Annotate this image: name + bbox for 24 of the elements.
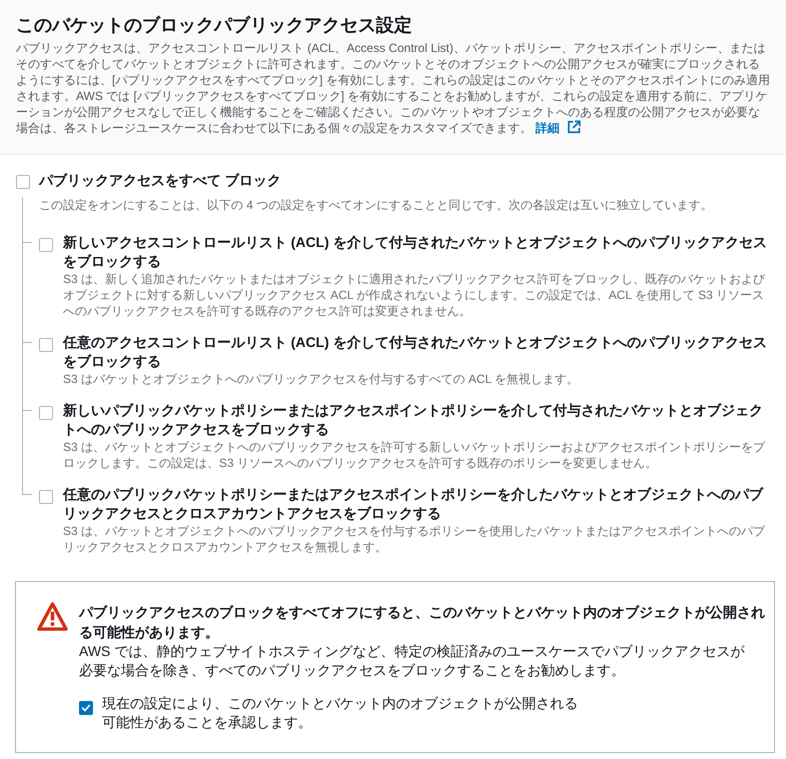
option-description: S3 はバケットとオブジェクトへのパブリックアクセスを付与するすべての ACL を無視します。 <box>63 371 580 387</box>
option-label[interactable]: 任意のアクセスコントロールリスト (ACL) を介して付与されたバケットとオブジェクトへのパブリックアクセスをブロックする <box>63 333 770 371</box>
learn-more-link[interactable]: 詳細 <box>535 121 582 135</box>
option-description: S3 は、新しく追加されたバケットまたはオブジェクトに適用されたパブリックアクセス許可をブロックし、既存のバケットおよびオブジェクトに対する新しいパブリックアクセス ACL が作成されないようにします。この設定では、ACL を使用して S3 リソースへのパブリックアクセスを許可する既存のアクセス許可は変更されません。 <box>63 271 766 319</box>
section-description: パブリックアクセスは、アクセスコントロールリスト (ACL、Access Control List)、バケットポリシー、アクセスポイントポリシー、またはそのすべてを介してバケットとオブジェクトに許可されます。このバケットとそのオブジェクトへの公開アクセスが確実にブロックされるようにするには、[パブリックアクセスをすべてブロック] を有効にします。これらの設定はこのバケットとそのアクセスポイントにのみ適用されます。AWS では [パブリックアクセスをすべてブロック] を有効にすることをお勧めしますが、これらの設定を適用する前に、アプリケーションが公開アクセスなしで正しく機能することをご確認ください。このバケットやオブジェクトへのある程度の公開アクセスが必要な場合は、各ストレージユースケースに合わせて以下にある個々の設定をカスタマイズできます。 詳細 <box>16 40 770 136</box>
block-all-description: この設定をオンにすることは、以下の 4 つの設定をすべてオンにすることと同じです。次の各設定は互いに独立しています。 <box>39 197 714 213</box>
block-all-checkbox[interactable] <box>16 175 30 189</box>
section-title: このバケットのブロックパブリックアクセス設定 <box>16 14 413 37</box>
option-label[interactable]: 新しいアクセスコントロールリスト (ACL) を介して付与されたバケットとオブジェクトへのパブリックアクセスをブロックする <box>63 233 770 271</box>
warning-icon <box>37 602 68 631</box>
option-checkbox[interactable] <box>39 238 53 252</box>
acknowledge-checkbox[interactable] <box>79 701 93 715</box>
option-label[interactable]: 任意のパブリックバケットポリシーまたはアクセスポイントポリシーを介したバケットとオブジェクトへのパブリックアクセスとクロスアカウントアクセスをブロックする <box>63 485 770 523</box>
option-checkbox[interactable] <box>39 338 53 352</box>
external-link-icon <box>567 120 582 134</box>
warning-body: AWS では、静的ウェブサイトホスティングなど、特定の検証済みのユースケースでパブリックアクセスが必要な場合を除き、すべてのパブリックアクセスをブロックすることをお勧めします。 <box>79 642 746 680</box>
option-checkbox[interactable] <box>39 490 53 504</box>
option-description: S3 は、バケットとオブジェクトへのパブリックアクセスを付与するポリシーを使用したバケットまたはアクセスポイントへのパブリックアクセスとクロスアカウントアクセスを無視します。 <box>63 523 766 555</box>
option-description: S3 は、バケットとオブジェクトへのパブリックアクセスを許可する新しいバケットポリシーおよびアクセスポイントポリシーをブロックします。この設定は、S3 リソースへのパブリックアクセスを許可する既存のポリシーを変更しません。 <box>63 439 766 471</box>
option-checkbox[interactable] <box>39 406 53 420</box>
option-label[interactable]: 新しいパブリックバケットポリシーまたはアクセスポイントポリシーを介して付与されたバケットとオブジェクトへのパブリックアクセスをブロックする <box>63 401 770 439</box>
block-all-label[interactable]: パブリックアクセスをすべて ブロック <box>39 170 281 190</box>
acknowledge-label[interactable]: 現在の設定により、このバケットとバケット内のオブジェクトが公開される可能性があることを承認します。 <box>102 694 582 732</box>
warning-title: パブリックアクセスのブロックをすべてオフにすると、このバケットとバケット内のオブジェクトが公開される可能性があります。 <box>79 603 766 642</box>
